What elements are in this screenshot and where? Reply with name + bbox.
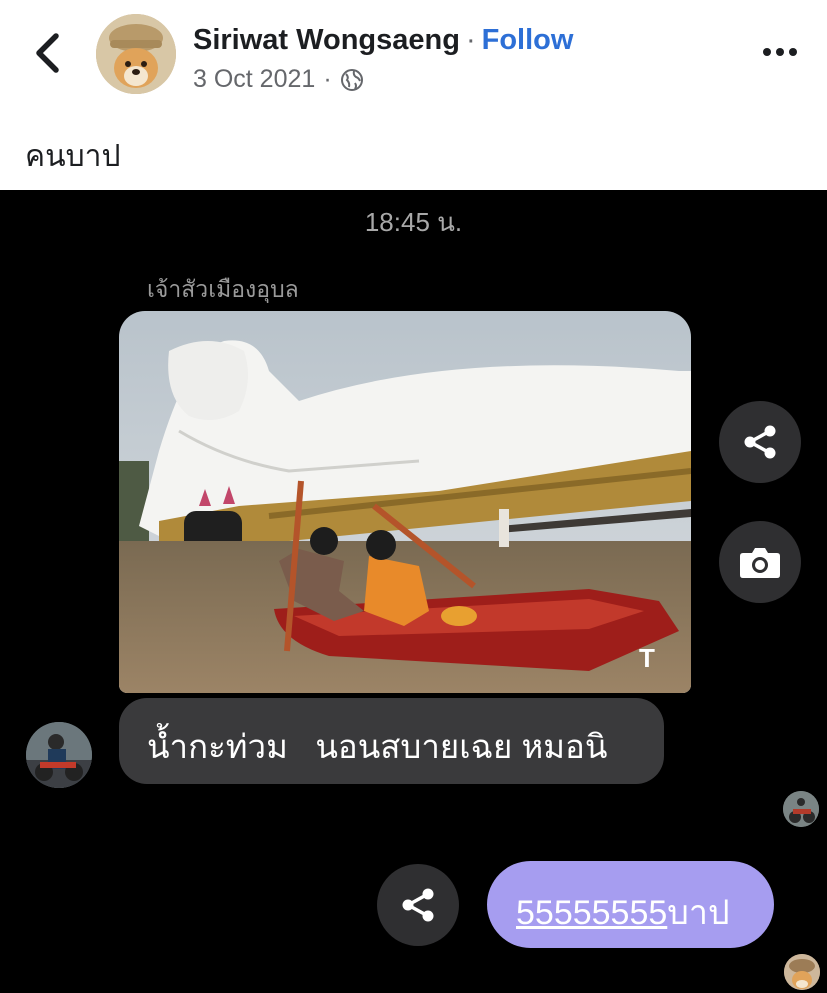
- read-receipt-avatar: [784, 954, 820, 990]
- more-options-icon[interactable]: [760, 40, 800, 64]
- share-icon: [402, 888, 434, 922]
- meta-separator-dot: ·: [323, 65, 332, 93]
- save-photo-button[interactable]: [719, 521, 801, 603]
- post-meta: 3 Oct 2021 ·: [193, 65, 364, 94]
- message-text: บาป: [667, 894, 730, 932]
- globe-icon: [340, 68, 363, 91]
- chat-photo-attachment[interactable]: T: [119, 311, 691, 693]
- share-photo-button[interactable]: [719, 401, 801, 483]
- author-name[interactable]: Siriwat Wongsaeng: [193, 24, 460, 56]
- post-caption: คนบาป: [25, 140, 121, 173]
- incoming-message-bubble[interactable]: น้ำกะท่วม นอนสบายเฉย หมอนิ: [119, 698, 664, 784]
- post-date[interactable]: 3 Oct 2021: [193, 65, 315, 94]
- separator-dot: ·: [465, 24, 476, 56]
- chat-timestamp: 18:45 น.: [364, 207, 463, 237]
- share-message-button[interactable]: [377, 864, 459, 946]
- post-header: Siriwat Wongsaeng · Follow 3 Oct 2021 · คนบ…: [0, 0, 827, 190]
- chat-screenshot-image[interactable]: 18:45 น. เจ้าสัวเมืองอุบล T น้ำกะท่วม นอ…: [0, 190, 827, 993]
- outgoing-message-bubble[interactable]: 55555555บาป: [487, 861, 774, 948]
- camera-icon: [740, 548, 780, 578]
- sender-avatar[interactable]: [26, 722, 92, 788]
- sender-name: เจ้าสัวเมืองอุบล: [147, 276, 299, 302]
- back-arrow-icon[interactable]: [28, 30, 68, 76]
- message-link[interactable]: 55555555: [516, 894, 667, 932]
- author-avatar[interactable]: [96, 14, 176, 94]
- author-line: Siriwat Wongsaeng · Follow: [193, 24, 573, 57]
- follow-button[interactable]: Follow: [482, 24, 574, 56]
- read-receipt-avatar: [783, 791, 819, 827]
- photo-watermark: T: [639, 643, 655, 673]
- share-icon: [744, 425, 776, 459]
